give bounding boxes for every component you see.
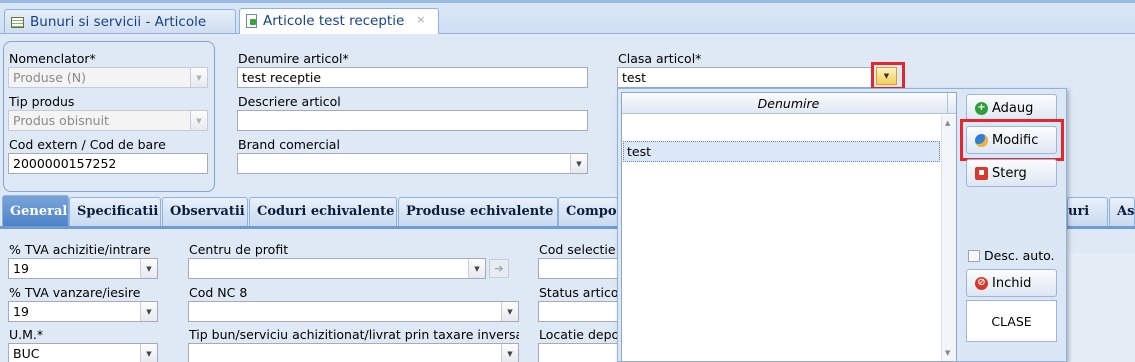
denumire-input[interactable]: test receptie — [237, 67, 588, 88]
clasa-label: Clasa articol* — [618, 51, 702, 66]
chevron-down-icon: ▼ — [501, 302, 518, 321]
edit-icon — [975, 133, 988, 147]
tab-coduri-echivalente[interactable]: Coduri echivalente — [249, 197, 397, 226]
sterg-button[interactable]: ▪ Sterg — [966, 159, 1057, 187]
tab-bunuri-si-servicii[interactable]: Bunuri si servicii - Articole — [4, 9, 236, 33]
tab-general[interactable]: General — [2, 195, 69, 226]
side-panel — [1067, 253, 1135, 362]
chevron-down-icon: ▼ — [570, 154, 587, 173]
document-edit-icon — [246, 14, 257, 28]
column-header-denumire[interactable]: Denumire — [630, 93, 948, 113]
cod-selectie-label: Cod selectie — [539, 242, 616, 257]
scroll-down-icon[interactable]: ▼ — [945, 349, 950, 357]
um-value: BUC — [13, 346, 40, 361]
inchid-label: Inchid — [992, 275, 1032, 291]
clasa-dropdown-popup: Denumire ▲ ▼ test + Adaug Modific ▪ Ster… — [617, 88, 1067, 362]
clase-button[interactable]: CLASE — [966, 300, 1057, 342]
chevron-down-icon: ▼ — [468, 259, 485, 278]
brand-select[interactable]: ▼ — [237, 153, 588, 174]
chevron-down-icon: ▼ — [140, 259, 157, 278]
descriere-label: Descriere articol — [238, 94, 341, 109]
trash-icon: ▪ — [975, 166, 988, 180]
tab-specificatii[interactable]: Specificatii — [69, 197, 161, 226]
table-icon — [11, 17, 24, 28]
modific-label: Modific — [992, 132, 1039, 148]
tip-produs-select[interactable]: Produs obisnuit ▼ — [8, 110, 208, 131]
clasa-dropdown-button[interactable]: ▼ — [876, 67, 897, 85]
top-border — [0, 0, 1135, 3]
cod-nc8-label: Cod NC 8 — [189, 285, 248, 300]
denumire-label: Denumire articol* — [238, 51, 349, 66]
chevron-down-icon: ▼ — [501, 344, 518, 362]
tab-label: uri — [1068, 204, 1090, 219]
tip-bun-select[interactable]: ▼ — [188, 343, 519, 362]
tab-produse-echivalente[interactable]: Produse echivalente — [398, 197, 558, 226]
checkbox-box[interactable] — [968, 249, 980, 262]
sterg-label: Sterg — [992, 165, 1027, 181]
locatie-depozit-input[interactable] — [538, 343, 618, 362]
clasa-input[interactable]: test — [617, 67, 874, 88]
tva-vanzare-value: 19 — [13, 304, 29, 319]
tab-label: Articole test receptie — [263, 13, 405, 29]
chevron-down-icon: ▼ — [190, 111, 207, 130]
scroll-up-icon[interactable]: ▲ — [945, 119, 950, 127]
tab-componente[interactable]: Compon — [558, 197, 618, 226]
tab-observatii[interactable]: Observatii — [162, 197, 248, 226]
close-tab-icon[interactable]: × — [416, 13, 425, 26]
arrow-right-icon[interactable]: ➔ — [489, 259, 509, 278]
tva-vanzare-label: % TVA vanzare/iesire — [9, 285, 141, 300]
centru-profit-label: Centru de profit — [189, 242, 289, 257]
chevron-down-icon: ▼ — [140, 302, 157, 321]
cod-extern-input[interactable]: 2000000157252 — [8, 153, 208, 174]
um-select[interactable]: BUC ▼ — [8, 343, 158, 362]
descriere-input[interactable] — [237, 110, 588, 131]
tab-partial-uri[interactable]: uri — [1067, 197, 1108, 226]
um-label: U.M.* — [9, 327, 44, 342]
nomenclator-select[interactable]: Produse (N) ▼ — [8, 67, 208, 88]
adaug-label: Adaug — [992, 100, 1034, 116]
desc-auto-checkbox[interactable]: Desc. auto. — [968, 248, 1055, 263]
cod-extern-label: Cod extern / Cod de bare — [9, 137, 166, 152]
locatie-depozit-label: Locatie depo — [539, 327, 617, 342]
brand-label: Brand comercial — [238, 137, 340, 152]
modific-button[interactable]: Modific — [966, 126, 1057, 154]
status-articol-label: Status artico — [539, 285, 617, 300]
tva-achizitie-label: % TVA achizitie/intrare — [9, 242, 151, 257]
tva-achizitie-select[interactable]: 19 ▼ — [8, 258, 158, 279]
adaug-button[interactable]: + Adaug — [966, 94, 1057, 122]
inchid-button[interactable]: ⊘ Inchid — [966, 269, 1057, 297]
tab-partial-asc[interactable]: Asc — [1109, 197, 1135, 226]
tip-bun-label: Tip bun/serviciu achizitionat/livrat pri… — [189, 327, 519, 342]
tip-produs-label: Tip produs — [9, 94, 75, 109]
cod-nc8-select[interactable]: ▼ — [188, 301, 519, 322]
cancel-icon: ⊘ — [975, 276, 988, 290]
tva-achizitie-value: 19 — [13, 261, 29, 276]
chevron-down-icon: ▼ — [883, 72, 890, 80]
nomenclator-value: Produse (N) — [13, 70, 86, 85]
clase-grid: Denumire ▲ ▼ test — [621, 92, 957, 362]
nomenclator-label: Nomenclator* — [9, 51, 96, 66]
tab-articole-test-receptie[interactable]: Articole test receptie × — [239, 8, 439, 34]
tab-label: Bunuri si servicii - Articole — [30, 14, 207, 30]
tip-produs-value: Produs obisnuit — [13, 113, 109, 128]
centru-profit-select[interactable]: ▼ — [188, 258, 486, 279]
desc-auto-label: Desc. auto. — [984, 248, 1055, 263]
plus-icon: + — [975, 101, 988, 115]
chevron-down-icon: ▼ — [190, 68, 207, 87]
cod-selectie-input[interactable] — [538, 258, 618, 279]
status-articol-input[interactable] — [538, 301, 618, 322]
grid-scrollbar[interactable]: ▲ ▼ — [941, 115, 956, 361]
grid-row[interactable]: test — [623, 141, 940, 162]
tva-vanzare-select[interactable]: 19 ▼ — [8, 301, 158, 322]
chevron-down-icon: ▼ — [140, 344, 157, 362]
grid-header: Denumire — [622, 93, 956, 114]
